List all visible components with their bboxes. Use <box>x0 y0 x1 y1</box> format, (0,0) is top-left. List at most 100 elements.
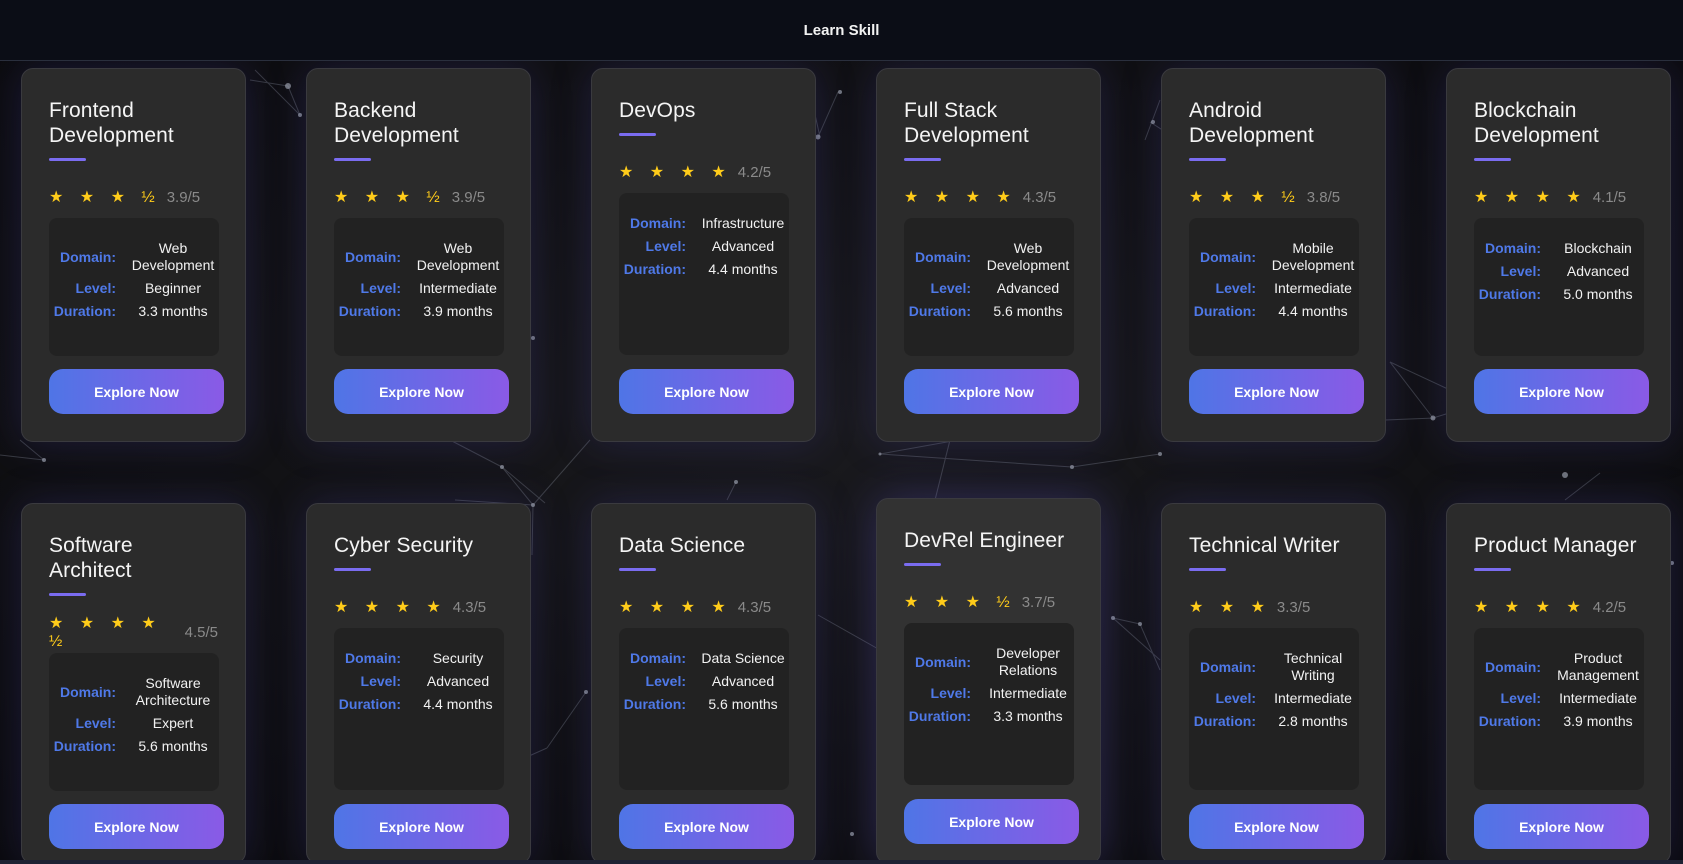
domain-value: Mobile Development <box>1271 240 1355 273</box>
rating-score: 3.7/5 <box>1021 593 1056 611</box>
skill-card-devrel: DevRel Engineer ★ ★ ★ ½ 3.7/5 Domain: Dev… <box>876 498 1101 864</box>
explore-now-button[interactable]: Explore Now <box>1474 369 1649 414</box>
level-label: Level: <box>75 280 116 296</box>
duration-value: 3.9 months <box>1563 713 1633 729</box>
level-value: Advanced <box>996 280 1060 296</box>
explore-now-button[interactable]: Explore Now <box>1474 804 1649 849</box>
info-box: Domain: Product Management Level: Intermed… <box>1474 628 1644 790</box>
rating-score: 4.3/5 <box>452 598 487 616</box>
domain-value: Technical Writing <box>1283 650 1343 683</box>
domain-value: Security <box>432 650 484 666</box>
info-box: Domain: Data Science Level: Advanced Durat… <box>619 628 789 790</box>
domain-value: Data Science <box>701 650 785 666</box>
info-box: Domain: Blockchain Level: Advanced Duratio… <box>1474 218 1644 356</box>
explore-now-button[interactable]: Explore Now <box>334 804 509 849</box>
domain-label: Domain: <box>915 248 971 265</box>
explore-now-button[interactable]: Explore Now <box>619 369 794 414</box>
info-box: Domain: Mobile Development Level: Intermed… <box>1189 218 1359 356</box>
explore-now-button[interactable]: Explore Now <box>49 369 224 414</box>
card-title: Frontend Development <box>49 99 174 147</box>
skill-card-backend: Backend Development ★ ★ ★ ½ 3.9/5 Domain… <box>306 68 531 442</box>
level-value: Intermediate <box>1274 280 1352 296</box>
skill-card-cyber-security: Cyber Security ★ ★ ★ ★ 4.3/5 Domain: Secu… <box>306 503 531 864</box>
level-value: Intermediate <box>1274 690 1352 706</box>
star-rating-icon: ★ ★ ★ ½ <box>1189 189 1301 206</box>
duration-label: Duration: <box>338 303 401 319</box>
explore-now-button[interactable]: Explore Now <box>904 369 1079 414</box>
rating: ★ ★ ★ ½ 3.9/5 <box>49 188 218 207</box>
star-rating-icon: ★ ★ ★ ½ <box>904 594 1016 611</box>
rating-score: 4.3/5 <box>1022 188 1057 206</box>
star-rating-icon: ★ ★ ★ <box>1189 599 1271 616</box>
rating-score: 4.3/5 <box>737 598 772 616</box>
domain-label: Domain: <box>1200 248 1256 265</box>
skill-card-blockchain: Blockchain Development ★ ★ ★ ★ 4.1/5 Dom… <box>1446 68 1671 442</box>
duration-label: Duration: <box>53 738 116 754</box>
info-box: Domain: Web Development Level: Beginner Du… <box>49 218 219 356</box>
rating-score: 4.2/5 <box>1592 598 1627 616</box>
duration-label: Duration: <box>1193 713 1256 729</box>
duration-value: 5.0 months <box>1563 286 1633 302</box>
level-label: Level: <box>1500 690 1541 706</box>
rating-score: 4.1/5 <box>1592 188 1627 206</box>
card-title: Full Stack Development <box>904 99 1029 147</box>
card-title: Product Manager <box>1474 534 1637 557</box>
rating-score: 3.9/5 <box>451 188 486 206</box>
duration-value: 5.6 months <box>993 303 1063 319</box>
info-box: Domain: Web Development Level: Intermediat… <box>334 218 504 356</box>
level-value: Advanced <box>711 238 775 254</box>
level-label: Level: <box>930 685 971 701</box>
level-label: Level: <box>360 280 401 296</box>
star-rating-icon: ★ ★ ★ ½ <box>49 189 161 206</box>
info-box: Domain: Developer Relations Level: Interme… <box>904 623 1074 785</box>
rating: ★ ★ ★ ★ 4.3/5 <box>334 598 503 617</box>
star-rating-icon: ★ ★ ★ ½ <box>334 189 446 206</box>
star-rating-icon: ★ ★ ★ ★ <box>619 599 732 616</box>
skill-card-android: Android Development ★ ★ ★ ½ 3.8/5 Domain… <box>1161 68 1386 442</box>
star-rating-icon: ★ ★ ★ ★ ½ <box>49 615 162 650</box>
explore-now-button[interactable]: Explore Now <box>334 369 509 414</box>
star-rating-icon: ★ ★ ★ ★ <box>904 189 1017 206</box>
info-box: Domain: Infrastructure Level: Advanced Dur… <box>619 193 789 355</box>
domain-value: Developer Relations <box>996 645 1060 678</box>
card-title: Cyber Security <box>334 534 474 557</box>
level-label: Level: <box>1215 280 1256 296</box>
title-underline <box>1189 568 1226 571</box>
rating: ★ ★ ★ ★ 4.1/5 <box>1474 188 1643 207</box>
duration-value: 3.3 months <box>138 303 208 319</box>
level-value: Intermediate <box>989 685 1067 701</box>
explore-now-button[interactable]: Explore Now <box>904 799 1079 844</box>
card-title: Software Architect <box>49 534 133 582</box>
info-box: Domain: Software Architecture Level: Exper… <box>49 653 219 791</box>
title-underline <box>1189 158 1226 161</box>
skill-card-technical-writer: Technical Writer ★ ★ ★ 3.3/5 Domain: Tech… <box>1161 503 1386 864</box>
duration-value: 4.4 months <box>708 261 778 277</box>
card-title: DevOps <box>619 99 696 122</box>
duration-value: 5.6 months <box>708 696 778 712</box>
level-label: Level: <box>360 673 401 689</box>
rating: ★ ★ ★ ½ 3.7/5 <box>904 593 1073 612</box>
explore-now-button[interactable]: Explore Now <box>1189 804 1364 849</box>
domain-label: Domain: <box>345 248 401 265</box>
rating: ★ ★ ★ 3.3/5 <box>1189 598 1358 617</box>
title-underline <box>619 568 656 571</box>
skill-card-frontend: Frontend Development ★ ★ ★ ½ 3.9/5 Domai… <box>21 68 246 442</box>
duration-value: 3.3 months <box>993 708 1063 724</box>
title-underline <box>334 568 371 571</box>
level-label: Level: <box>1500 263 1541 279</box>
card-title: DevRel Engineer <box>904 529 1065 552</box>
title-underline <box>619 133 656 136</box>
domain-value: Web Development <box>416 240 500 273</box>
domain-label: Domain: <box>1485 658 1541 675</box>
rating: ★ ★ ★ ★ ½ 4.5/5 <box>49 615 218 650</box>
domain-value: Product Management <box>1557 650 1639 683</box>
explore-now-button[interactable]: Explore Now <box>619 804 794 849</box>
duration-label: Duration: <box>53 303 116 319</box>
duration-label: Duration: <box>1478 286 1541 302</box>
explore-now-button[interactable]: Explore Now <box>49 804 224 849</box>
title-underline <box>1474 568 1511 571</box>
star-rating-icon: ★ ★ ★ ★ <box>1474 189 1587 206</box>
level-label: Level: <box>1215 690 1256 706</box>
card-title: Backend Development <box>334 99 459 147</box>
explore-now-button[interactable]: Explore Now <box>1189 369 1364 414</box>
